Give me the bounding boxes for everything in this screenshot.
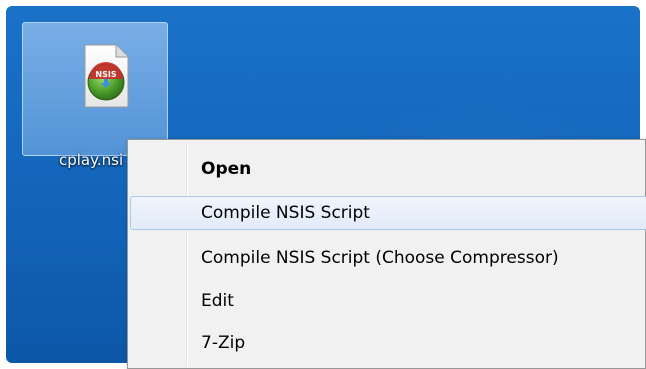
desktop-icon-label: cplay.nsi bbox=[59, 151, 124, 169]
nsis-script-file-icon: NSIS bbox=[84, 44, 129, 108]
svg-text:NSIS: NSIS bbox=[95, 70, 116, 79]
menu-item-open[interactable]: Open bbox=[130, 152, 646, 186]
menu-item-7zip[interactable]: 7-Zip bbox=[130, 326, 646, 360]
context-menu: Open Compile NSIS Script Compile NSIS Sc… bbox=[127, 139, 646, 369]
menu-item-compile-nsis-script-choose-compressor[interactable]: Compile NSIS Script (Choose Compressor) bbox=[130, 241, 646, 275]
desktop-file-icon-selected[interactable]: NSIS cplay.nsi bbox=[22, 22, 168, 169]
menu-item-edit[interactable]: Edit bbox=[130, 284, 646, 318]
menu-item-compile-nsis-script[interactable]: Compile NSIS Script bbox=[130, 196, 646, 230]
